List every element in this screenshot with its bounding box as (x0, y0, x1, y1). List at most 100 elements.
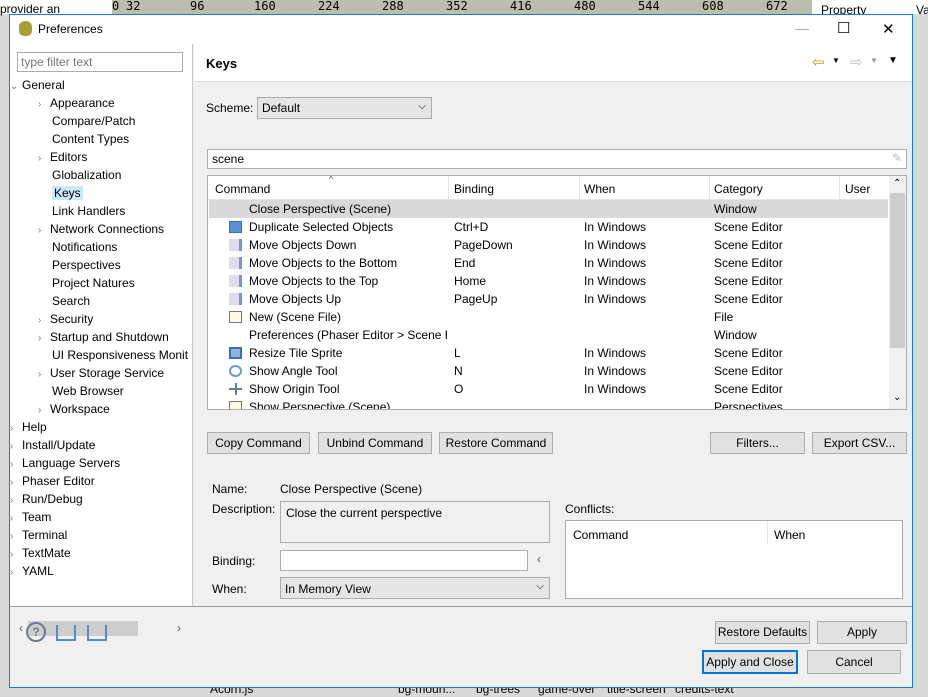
close-button[interactable]: ✕ (882, 20, 895, 38)
command-filter-input[interactable]: scene ✎ (207, 149, 907, 169)
cell-category: Scene Editor (714, 292, 783, 306)
name-value: Close Perspective (Scene) (280, 482, 423, 496)
conflicts-column-when[interactable]: When (774, 528, 805, 542)
tree-item-label: Perspectives (52, 258, 121, 272)
back-dropdown-icon[interactable]: ▼ (832, 56, 840, 65)
forward-dropdown-icon[interactable]: ▼ (870, 56, 878, 65)
cell-command: Show Origin Tool (249, 382, 340, 396)
cell-command: Show Perspective (Scene) (249, 400, 391, 410)
tree-item[interactable]: ⌄ General (10, 76, 65, 94)
minimize-button[interactable]: — (795, 20, 809, 36)
table-row[interactable]: Show Origin Tool O In Windows Scene Editor (209, 380, 888, 398)
move-top-icon (229, 275, 242, 287)
tree-item[interactable]: › Editors (10, 148, 87, 166)
cell-category: Window (714, 202, 757, 216)
tree-item[interactable]: Keys (10, 184, 83, 202)
tree-item[interactable]: › Team (10, 508, 51, 526)
tree-item[interactable]: Content Types (10, 130, 129, 148)
column-header-command[interactable]: Command (215, 182, 270, 196)
origin-icon (229, 383, 242, 395)
help-icon[interactable]: ? (26, 622, 46, 642)
move-bottom-icon (229, 257, 242, 269)
tree-item[interactable]: › YAML (10, 562, 54, 576)
forward-arrow-icon[interactable]: ⇨ (850, 53, 863, 71)
tree-item-label: YAML (22, 564, 54, 576)
table-row[interactable]: Move Objects to the Bottom End In Windows S… (209, 254, 888, 272)
tree-item[interactable]: › Security (10, 310, 93, 328)
tree-item[interactable]: › Appearance (10, 94, 115, 112)
column-header-user[interactable]: User (845, 182, 870, 196)
ruler-tick-label: 0 (112, 0, 120, 13)
tree-item[interactable]: › Install/Update (10, 436, 95, 454)
column-header-when[interactable]: When (584, 182, 615, 196)
tree-item[interactable]: › TextMate (10, 544, 71, 562)
column-header-binding[interactable]: Binding (454, 182, 494, 196)
binding-input[interactable] (280, 550, 528, 571)
tree-item[interactable]: Search (10, 292, 90, 310)
table-row[interactable]: Duplicate Selected Objects Ctrl+D In Windo… (209, 218, 888, 236)
scroll-down-icon[interactable]: ⌄ (893, 392, 901, 403)
tree-item[interactable]: › User Storage Service (10, 364, 164, 382)
clear-filter-icon[interactable]: ✎ (892, 151, 902, 165)
cell-binding: Ctrl+D (454, 220, 489, 234)
back-arrow-icon[interactable]: ⇦ (812, 53, 825, 71)
tree-item[interactable]: › Terminal (10, 526, 67, 544)
ruler-tick-label: 672 (766, 0, 788, 13)
tree-item[interactable]: Link Handlers (10, 202, 125, 220)
cell-binding: PageUp (454, 292, 498, 306)
description-field[interactable]: Close the current perspective (280, 501, 550, 543)
tree-item[interactable]: UI Responsiveness Monit (10, 346, 188, 364)
tree-item[interactable]: › Run/Debug (10, 490, 83, 508)
unbind-command-button[interactable]: Unbind Command (318, 432, 432, 454)
tree-item[interactable]: › Help (10, 418, 47, 436)
tree-item[interactable]: › Workspace (10, 400, 110, 418)
tree-item[interactable]: › Network Connections (10, 220, 164, 238)
vertical-scrollbar[interactable]: ⌃ ⌄ (889, 176, 906, 409)
export-icon[interactable] (87, 625, 107, 641)
column-header-category[interactable]: Category (714, 182, 763, 196)
apply-and-close-button[interactable]: Apply and Close (702, 650, 798, 674)
ruler-tick-label: 480 (574, 0, 596, 13)
tree-item[interactable]: Perspectives (10, 256, 121, 274)
cancel-button[interactable]: Cancel (807, 650, 901, 674)
table-row[interactable]: Preferences (Phaser Editor > Scene Edi Wi… (209, 326, 888, 344)
table-row[interactable]: Resize Tile Sprite L In Windows Scene Edito… (209, 344, 888, 362)
restore-command-button[interactable]: Restore Command (439, 432, 553, 454)
move-down-icon (229, 239, 242, 251)
scheme-select[interactable]: Default ⌵ (257, 97, 432, 119)
scroll-up-icon[interactable]: ⌃ (893, 178, 901, 189)
import-icon[interactable] (56, 625, 76, 641)
cell-command: Move Objects to the Bottom (249, 256, 398, 270)
sidebar: ⌄General›AppearanceCompare/PatchContent … (10, 44, 193, 637)
table-row[interactable]: Move Objects Down PageDown In Windows Scene… (209, 236, 888, 254)
binding-label: Binding: (212, 554, 256, 568)
when-select[interactable]: In Memory View ⌵ (280, 577, 550, 599)
chevron-down-icon: ⌵ (536, 581, 544, 592)
table-row[interactable]: Move Objects to the Top Home In Windows Sce… (209, 272, 888, 290)
tree-item[interactable]: › Phaser Editor (10, 472, 95, 490)
filters-button[interactable]: Filters... (710, 432, 805, 454)
table-row[interactable]: Show Perspective (Scene) Perspectives (209, 398, 888, 410)
tree-item[interactable]: Compare/Patch (10, 112, 135, 130)
cell-category: Scene Editor (714, 274, 783, 288)
tree-item[interactable]: Notifications (10, 238, 117, 256)
table-row[interactable]: Show Angle Tool N In Windows Scene Editor (209, 362, 888, 380)
tree-item[interactable]: Web Browser (10, 382, 124, 400)
maximize-button[interactable]: ☐ (837, 19, 850, 37)
scroll-thumb[interactable] (890, 193, 905, 348)
collapsed-icon[interactable]: › (10, 564, 22, 576)
export-csv-button[interactable]: Export CSV... (812, 432, 907, 454)
table-row[interactable]: Move Objects Up PageUp In Windows Scene Edi… (209, 290, 888, 308)
tree-item[interactable]: › Startup and Shutdown (10, 328, 169, 346)
view-menu-icon[interactable]: ▼ (888, 55, 898, 66)
table-row[interactable]: Close Perspective (Scene) Window (209, 200, 888, 218)
table-row[interactable]: New (Scene File) File (209, 308, 888, 326)
copy-command-button[interactable]: Copy Command (207, 432, 310, 454)
filter-input[interactable] (17, 52, 183, 72)
tree-item[interactable]: Project Natures (10, 274, 135, 292)
conflicts-column-command[interactable]: Command (573, 528, 628, 542)
tree-item[interactable]: Globalization (10, 166, 121, 184)
tree-item-label: TextMate (22, 546, 71, 560)
tree-item[interactable]: › Language Servers (10, 454, 120, 472)
binding-add-key-icon[interactable]: ‹ (537, 552, 541, 566)
